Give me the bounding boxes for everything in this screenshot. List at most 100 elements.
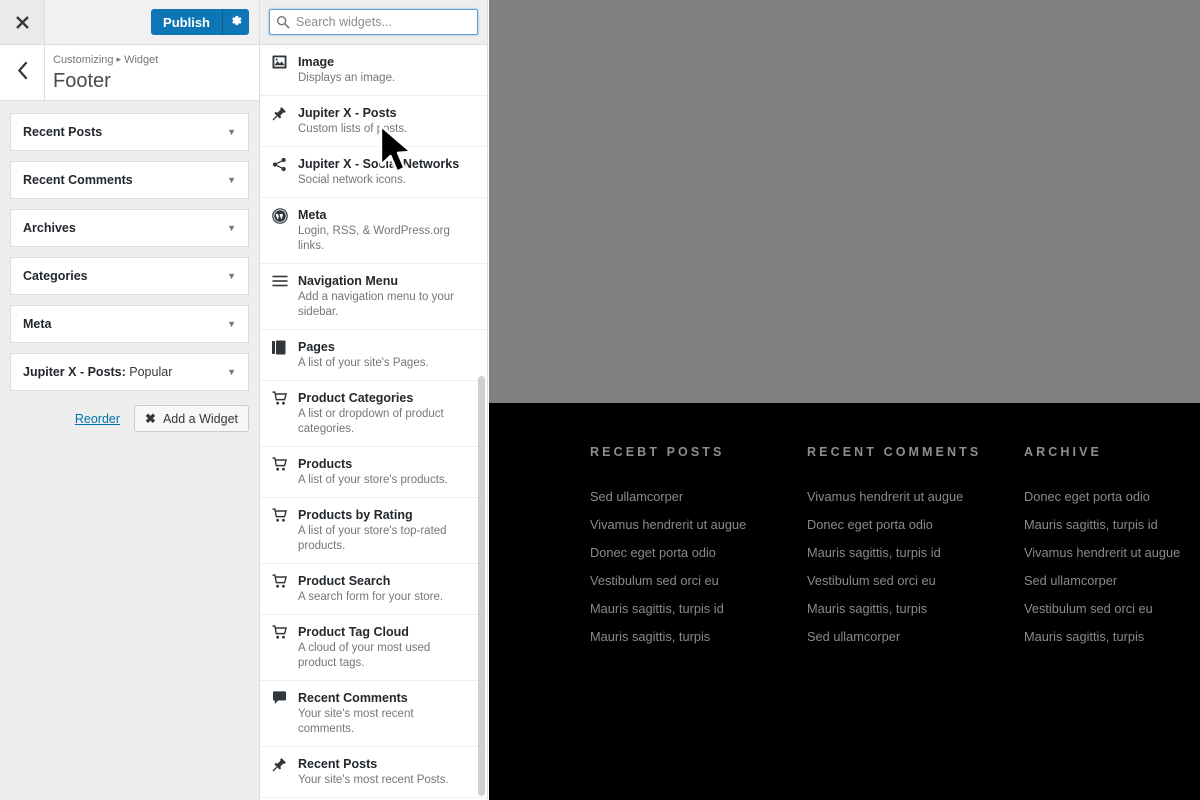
widget-search-bar xyxy=(260,0,487,45)
close-customizer-button[interactable] xyxy=(0,0,45,44)
breadcrumb-prefix: Customizing xyxy=(53,54,114,66)
add-widget-label: Add a Widget xyxy=(162,411,238,426)
available-widget-item[interactable]: Product Categories A list or dropdown of … xyxy=(260,381,487,447)
available-widget-description: Add a navigation menu to your sidebar. xyxy=(298,291,454,318)
widget-accordion-title: Recent Comments xyxy=(23,173,133,187)
chevron-down-icon: ▼ xyxy=(227,174,236,185)
preview-page-body xyxy=(489,0,1200,403)
publish-button[interactable]: Publish xyxy=(151,9,222,35)
footer-link[interactable]: Mauris sagittis, turpis xyxy=(590,623,807,651)
available-widget-name: Navigation Menu xyxy=(298,274,399,288)
plus-x-icon: ✖ xyxy=(145,411,156,426)
widget-accordion-item[interactable]: Categories ▼ xyxy=(10,257,249,295)
available-widget-name: Products xyxy=(298,457,353,471)
pushpin-icon xyxy=(272,105,298,137)
available-widget-item[interactable]: Product Tag Cloud A cloud of your most us… xyxy=(260,615,487,681)
widget-list[interactable]: Image Displays an image. Jupiter X - Posts… xyxy=(260,45,487,800)
available-widget-description: A list of your store's top-rated product… xyxy=(298,525,447,552)
widget-accordion-item[interactable]: Jupiter X - Posts: Popular ▼ xyxy=(10,353,249,391)
widget-accordion-title: Categories xyxy=(23,269,88,283)
available-widget-description: A cloud of your most used product tags. xyxy=(298,642,431,669)
available-widget-item[interactable]: Products A list of your store's products. xyxy=(260,447,487,498)
footer-link[interactable]: Vivamus hendrerit ut augue xyxy=(807,483,1024,511)
available-widget-description: Your site's most recent Posts. xyxy=(298,774,449,786)
footer-column-heading: RECEBT POSTS xyxy=(590,445,725,459)
footer-widget-column: RECEBT POSTS Sed ullamcorper Vivamus hendr… xyxy=(590,445,807,651)
available-widget-description: A list or dropdown of product categories… xyxy=(298,408,444,435)
available-widget-item[interactable]: Navigation Menu Add a navigation menu to … xyxy=(260,264,487,330)
footer-link[interactable]: Sed ullamcorper xyxy=(590,483,807,511)
footer-widget-column: ARCHIVE Donec eget porta odio Mauris sagit… xyxy=(1024,445,1200,651)
customizer-header: Publish xyxy=(0,0,259,45)
available-widget-item[interactable]: Recent Posts Your site's most recent Post… xyxy=(260,747,487,798)
available-widget-description: Custom lists of posts. xyxy=(298,123,408,135)
available-widget-item[interactable]: Pages A list of your site's Pages. xyxy=(260,330,487,381)
footer-link[interactable]: Vivamus hendrerit ut augue xyxy=(590,511,807,539)
footer-link[interactable]: Vivamus hendrerit ut augue xyxy=(1024,539,1200,567)
available-widget-text: Image Displays an image. xyxy=(298,54,475,86)
image-icon xyxy=(272,54,298,86)
available-widget-item[interactable]: Recent Comments Your site's most recent c… xyxy=(260,681,487,747)
available-widget-description: A list of your site's Pages. xyxy=(298,357,429,369)
available-widget-text: Jupiter X - Social Networks Social networ… xyxy=(298,156,475,188)
reorder-link[interactable]: Reorder xyxy=(75,412,120,426)
available-widget-description: A search form for your store. xyxy=(298,591,444,603)
breadcrumb-section: Widget xyxy=(124,54,159,66)
publish-group: Publish xyxy=(151,9,249,35)
available-widget-text: Pages A list of your site's Pages. xyxy=(298,339,475,371)
footer-link[interactable]: Mauris sagittis, turpis id xyxy=(590,595,807,623)
search-input[interactable] xyxy=(269,9,478,35)
available-widget-text: Meta Login, RSS, & WordPress.org links. xyxy=(298,207,475,254)
publish-settings-button[interactable] xyxy=(222,9,249,35)
back-button[interactable] xyxy=(0,45,45,100)
chevron-left-icon xyxy=(17,61,28,84)
available-widget-text: Product Categories A list or dropdown of … xyxy=(298,390,475,437)
available-widget-text: Recent Comments Your site's most recent c… xyxy=(298,690,475,737)
widget-accordion-item[interactable]: Archives ▼ xyxy=(10,209,249,247)
chevron-down-icon: ▼ xyxy=(227,366,236,377)
footer-link[interactable]: Mauris sagittis, turpis id xyxy=(807,539,1024,567)
footer-link[interactable]: Mauris sagittis, turpis id xyxy=(1024,511,1200,539)
chevron-down-icon: ▼ xyxy=(227,126,236,137)
comment-icon xyxy=(272,690,298,737)
widget-accordion-item[interactable]: Recent Comments ▼ xyxy=(10,161,249,199)
chevron-down-icon: ▼ xyxy=(227,270,236,281)
footer-link[interactable]: Vestibulum sed orci eu xyxy=(1024,595,1200,623)
available-widget-description: Social network icons. xyxy=(298,174,407,186)
available-widget-name: Meta xyxy=(298,208,327,222)
pages-icon xyxy=(272,339,298,371)
widget-list-scrollbar[interactable] xyxy=(478,376,485,796)
footer-widget-columns: RECEBT POSTS Sed ullamcorper Vivamus hendr… xyxy=(590,445,1200,651)
available-widget-name: Recent Comments xyxy=(298,691,408,705)
footer-link[interactable]: Mauris sagittis, turpis xyxy=(1024,623,1200,651)
site-preview: RECEBT POSTS Sed ullamcorper Vivamus hendr… xyxy=(489,0,1200,800)
footer-link[interactable]: Vestibulum sed orci eu xyxy=(807,567,1024,595)
footer-link[interactable]: Sed ullamcorper xyxy=(1024,567,1200,595)
available-widget-description: Login, RSS, & WordPress.org links. xyxy=(298,225,450,252)
footer-column-heading: ARCHIVE xyxy=(1024,445,1102,459)
footer-link[interactable]: Donec eget porta odio xyxy=(590,539,807,567)
search-field xyxy=(269,9,478,35)
footer-link[interactable]: Mauris sagittis, turpis xyxy=(807,595,1024,623)
available-widget-description: A list of your store's products. xyxy=(298,474,448,486)
footer-link[interactable]: Donec eget porta odio xyxy=(1024,483,1200,511)
add-a-widget-button[interactable]: ✖ Add a Widget xyxy=(134,405,249,432)
available-widget-item[interactable]: Jupiter X - Posts Custom lists of posts. xyxy=(260,96,487,147)
widget-accordion-item[interactable]: Recent Posts ▼ xyxy=(10,113,249,151)
available-widget-item[interactable]: Jupiter X - Social Networks Social networ… xyxy=(260,147,487,198)
available-widget-item[interactable]: Products by Rating A list of your store's… xyxy=(260,498,487,564)
available-widget-description: Displays an image. xyxy=(298,72,396,84)
footer-link[interactable]: Vestibulum sed orci eu xyxy=(590,567,807,595)
available-widget-name: Product Search xyxy=(298,574,391,588)
footer-link[interactable]: Sed ullamcorper xyxy=(807,623,1024,651)
widget-panel-actions: Reorder ✖ Add a Widget xyxy=(0,401,259,432)
available-widget-item[interactable]: Meta Login, RSS, & WordPress.org links. xyxy=(260,198,487,264)
available-widget-item[interactable]: Product Search A search form for your sto… xyxy=(260,564,487,615)
widget-accordion-item[interactable]: Meta ▼ xyxy=(10,305,249,343)
customizer-screen: Publish Customizing ▸ Widget Footer Rece… xyxy=(0,0,1200,800)
chevron-down-icon: ▼ xyxy=(227,222,236,233)
widget-accordion-title: Meta xyxy=(23,317,52,331)
footer-link[interactable]: Donec eget porta odio xyxy=(807,511,1024,539)
available-widget-item[interactable]: Image Displays an image. xyxy=(260,45,487,96)
share-icon xyxy=(272,156,298,188)
